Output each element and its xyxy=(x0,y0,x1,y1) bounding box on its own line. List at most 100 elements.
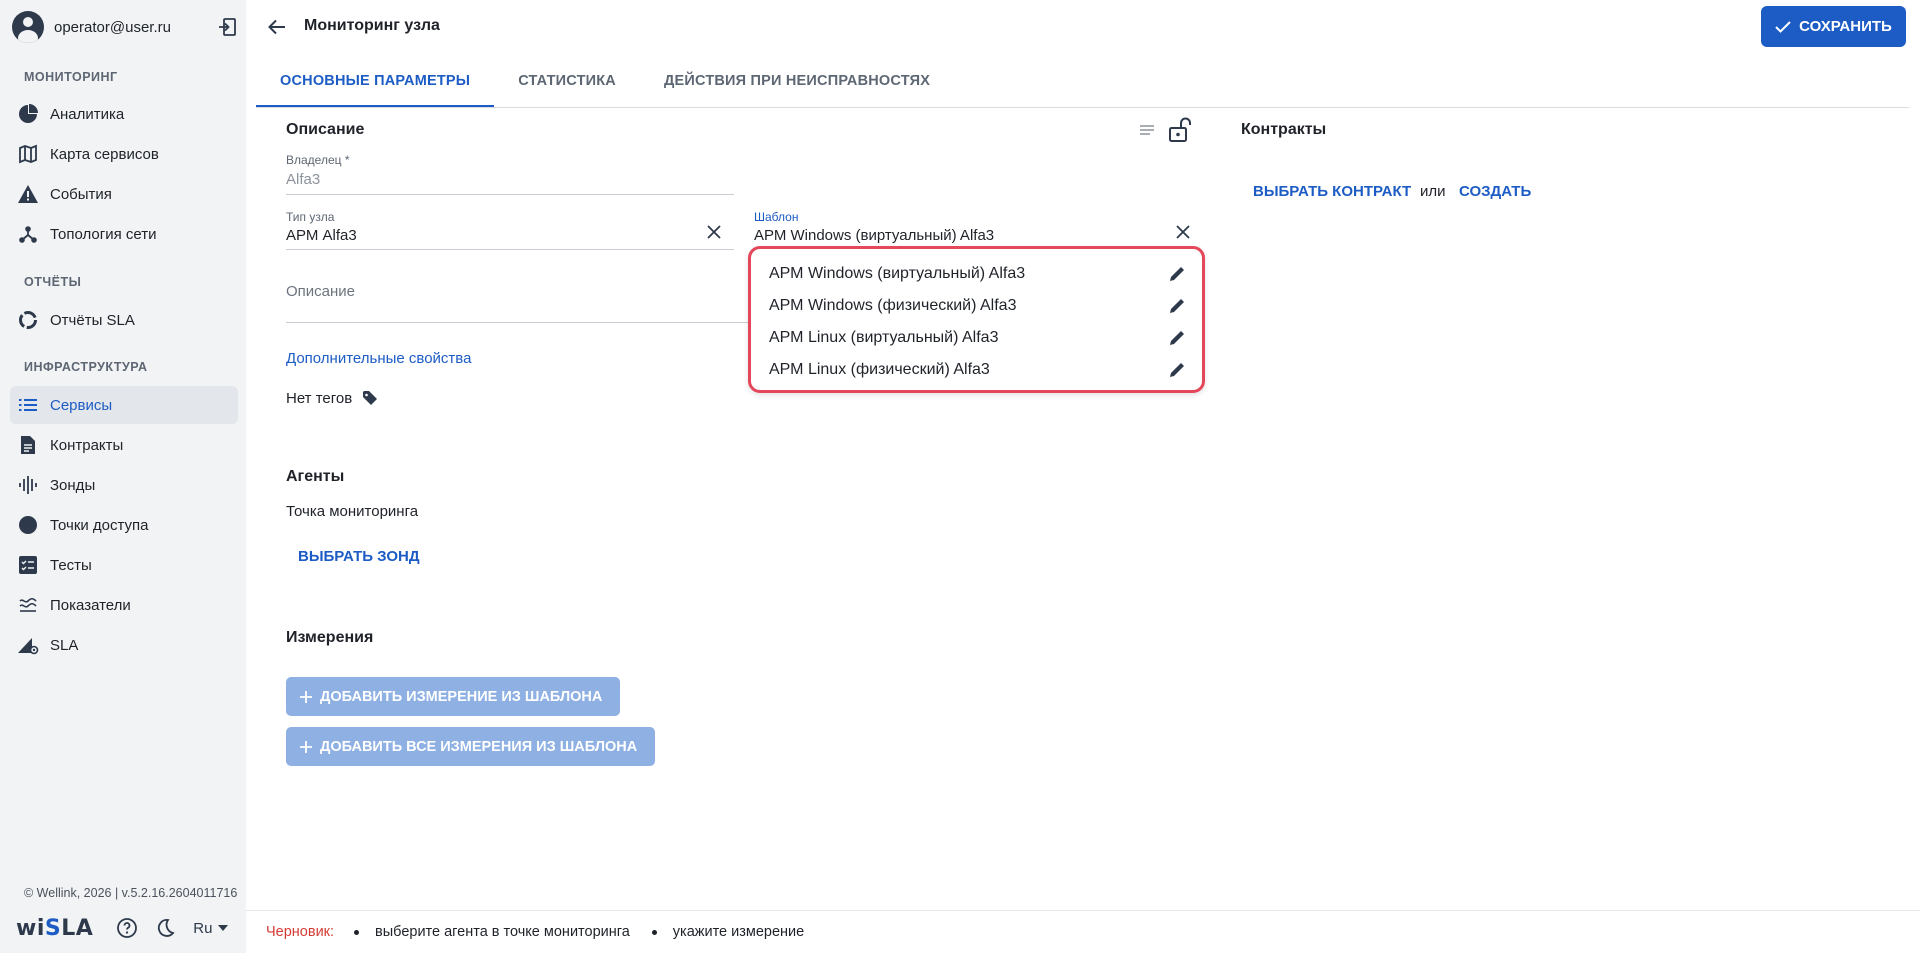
choose-contract-link[interactable]: ВЫБРАТЬ КОНТРАКТ xyxy=(1253,183,1411,200)
lock-open-icon[interactable] xyxy=(1168,117,1194,143)
description-field[interactable]: Описание xyxy=(286,283,355,300)
waves-icon xyxy=(16,593,40,617)
template-field[interactable]: АРМ Windows (виртуальный) Alfa3 xyxy=(754,227,994,244)
language-value: Ru xyxy=(193,919,213,937)
template-option-label: АРМ Windows (виртуальный) Alfa3 xyxy=(769,265,1026,282)
description-title: Описание xyxy=(286,121,365,138)
sidebar-item-tests[interactable]: Тесты xyxy=(10,546,238,584)
sidebar-item-access-points[interactable]: Точки доступа xyxy=(10,506,238,544)
template-option-label: АРМ Linux (виртуальный) Alfa3 xyxy=(769,329,999,346)
template-option-label: АРМ Linux (физический) Alfa3 xyxy=(769,361,990,378)
button-label: ДОБАВИТЬ ВСЕ ИЗМЕРЕНИЯ ИЗ ШАБЛОНА xyxy=(320,738,638,755)
draft-label: Черновик: xyxy=(266,924,335,940)
warning-icon xyxy=(16,182,40,206)
extra-properties-link[interactable]: Дополнительные свойства xyxy=(286,350,471,367)
no-tags-text: Нет тегов xyxy=(286,390,353,407)
wisla-logo: wiSLA xyxy=(16,916,93,941)
sidebar-item-label: Тесты xyxy=(50,556,92,574)
sidebar-item-sla[interactable]: SLA xyxy=(10,626,238,664)
sidebar-item-indicators[interactable]: Показатели xyxy=(10,586,238,624)
sidebar-item-service-map[interactable]: Карта сервисов xyxy=(10,135,238,173)
agents-title: Агенты xyxy=(286,468,345,485)
template-option[interactable]: АРМ Linux (виртуальный) Alfa3 xyxy=(769,322,1189,354)
owner-value: Alfa3 xyxy=(286,171,321,188)
owner-underline xyxy=(286,194,734,195)
template-option-label: АРМ Windows (физический) Alfa3 xyxy=(769,297,1017,314)
tab-main-parameters[interactable]: ОСНОВНЫЕ ПАРАМЕТРЫ xyxy=(256,64,495,108)
list-icon xyxy=(16,393,40,417)
user-row: operator@user.ru xyxy=(12,11,238,43)
sidebar-item-sla-reports[interactable]: Отчёты SLA xyxy=(10,301,238,339)
button-label: ДОБАВИТЬ ИЗМЕРЕНИЕ ИЗ ШАБЛОНА xyxy=(320,688,603,705)
save-button[interactable]: СОХРАНИТЬ xyxy=(1761,6,1906,47)
pencil-icon[interactable] xyxy=(1165,358,1189,382)
page-header: Мониторинг узла СОХРАНИТЬ xyxy=(246,0,1920,54)
notes-icon[interactable] xyxy=(1138,122,1160,144)
chevron-down-icon xyxy=(218,925,229,931)
or-text: или xyxy=(1420,183,1446,200)
sidebar-item-label: Показатели xyxy=(50,596,131,614)
add-all-measurements-button[interactable]: ДОБАВИТЬ ВСЕ ИЗМЕРЕНИЯ ИЗ ШАБЛОНА xyxy=(286,727,656,766)
language-select[interactable]: Ru xyxy=(193,919,229,937)
nav-section-infrastructure: ИНФРАСТРУКТУРА xyxy=(24,360,148,374)
plus-icon xyxy=(300,740,312,753)
sidebar-item-label: Точки доступа xyxy=(50,516,149,534)
save-button-label: СОХРАНИТЬ xyxy=(1799,18,1892,35)
pencil-icon[interactable] xyxy=(1165,326,1189,350)
sidebar-item-label: Контракты xyxy=(50,436,124,454)
circle-icon xyxy=(16,513,40,537)
topology-icon xyxy=(16,222,40,246)
template-option[interactable]: АРМ Windows (физический) Alfa3 xyxy=(769,290,1189,322)
tabs-divider xyxy=(256,107,1909,108)
logout-icon[interactable] xyxy=(216,16,238,38)
sla-icon xyxy=(16,633,40,657)
logo-part: LA xyxy=(61,915,94,941)
check-icon xyxy=(1775,20,1791,33)
sidebar-item-topology[interactable]: Топология сети xyxy=(10,215,238,253)
tab-statistics[interactable]: СТАТИСТИКА xyxy=(494,64,640,108)
template-option[interactable]: АРМ Linux (физический) Alfa3 xyxy=(769,354,1189,386)
avatar[interactable] xyxy=(12,11,44,43)
pie-chart-icon xyxy=(16,102,40,126)
page-title: Мониторинг узла xyxy=(304,17,440,34)
sidebar-item-label: Карта сервисов xyxy=(50,145,159,163)
choose-probe-link[interactable]: ВЫБРАТЬ ЗОНД xyxy=(298,548,420,565)
add-measurement-from-template-button[interactable]: ДОБАВИТЬ ИЗМЕРЕНИЕ ИЗ ШАБЛОНА xyxy=(286,677,621,716)
tabs: ОСНОВНЫЕ ПАРАМЕТРЫ СТАТИСТИКА ДЕЙСТВИЯ П… xyxy=(256,64,954,108)
probe-icon xyxy=(16,473,40,497)
sidebar-item-services[interactable]: Сервисы xyxy=(10,386,238,424)
sidebar-item-label: Топология сети xyxy=(50,225,157,243)
logo-part: wi xyxy=(16,915,45,941)
sidebar-footer: wiSLA Ru xyxy=(16,914,229,942)
pencil-icon[interactable] xyxy=(1165,294,1189,318)
contracts-title: Контракты xyxy=(1241,121,1327,138)
create-contract-link[interactable]: СОЗДАТЬ xyxy=(1459,183,1531,200)
pencil-icon[interactable] xyxy=(1165,262,1189,286)
draft-hint: укажите измерение xyxy=(652,924,804,940)
template-label: Шаблон xyxy=(754,210,799,224)
draft-hint: выберите агента в точке мониторинга xyxy=(354,924,630,940)
sidebar-item-contracts[interactable]: Контракты xyxy=(10,426,238,464)
dark-mode-icon[interactable] xyxy=(153,916,177,940)
clear-template-icon[interactable] xyxy=(1176,225,1194,243)
sidebar-item-label: Аналитика xyxy=(50,105,125,123)
sidebar-item-label: Отчёты SLA xyxy=(50,311,135,329)
template-option[interactable]: АРМ Windows (виртуальный) Alfa3 xyxy=(769,258,1189,290)
back-arrow-icon[interactable] xyxy=(264,14,290,40)
tag-icon[interactable] xyxy=(362,390,380,408)
clear-node-type-icon[interactable] xyxy=(707,225,725,243)
sidebar-item-label: Сервисы xyxy=(50,396,113,414)
sidebar-item-analytics[interactable]: Аналитика xyxy=(10,95,238,133)
description-underline xyxy=(286,322,748,323)
sidebar-item-label: SLA xyxy=(50,636,79,654)
sidebar-item-events[interactable]: События xyxy=(10,175,238,213)
monitoring-point-label: Точка мониторинга xyxy=(286,503,419,520)
node-type-underline xyxy=(286,249,734,250)
owner-label: Владелец * xyxy=(286,153,350,167)
help-icon[interactable] xyxy=(115,916,139,940)
plus-icon xyxy=(300,690,312,703)
node-type-field[interactable]: АРМ Alfa3 xyxy=(286,227,357,244)
sidebar-item-probes[interactable]: Зонды xyxy=(10,466,238,504)
tab-failure-actions[interactable]: ДЕЙСТВИЯ ПРИ НЕИСПРАВНОСТЯХ xyxy=(640,64,954,108)
sidebar-item-label: События xyxy=(50,185,112,203)
